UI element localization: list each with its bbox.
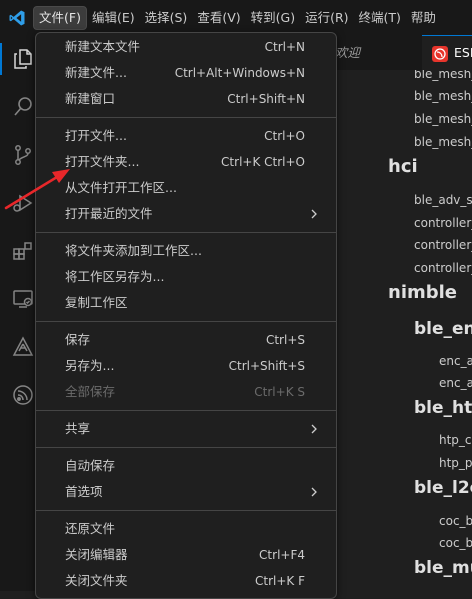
doc-line: controller_ [414,261,472,275]
menu-item-label: 新建文件... [65,65,127,80]
menu-item-label: 从文件打开工作区... [65,180,177,195]
menu-item-open-file[interactable]: 打开文件... Ctrl+O [36,123,336,149]
menu-go[interactable]: 转到(G) [246,6,300,30]
menu-item-label: 关闭文件夹 [65,573,128,588]
doc-line: ble_mesh_ [414,70,472,81]
menu-item-label: 新建窗口 [65,91,116,106]
menu-item-label: 共享 [65,421,91,436]
menu-item-save[interactable]: 保存 Ctrl+S [36,327,336,353]
menu-separator [36,447,336,448]
menu-item-add-folder-to-workspace[interactable]: 将文件夹添加到工作区... [36,238,336,264]
file-menu-dropdown: 新建文本文件 Ctrl+N 新建文件... Ctrl+Alt+Windows+N… [35,32,337,599]
menu-item-shortcut: Ctrl+Shift+N [227,92,305,106]
menu-item-shortcut: Ctrl+K S [254,385,305,399]
tab-esp-label: ESP [454,45,472,60]
doc-line: htp_p [439,456,472,470]
doc-subheading: ble_mu [414,558,472,578]
menu-separator [36,117,336,118]
doc-line: htp_c [439,433,472,447]
doc-subheading: ble_enc [414,319,472,339]
menu-item-open-recent[interactable]: 打开最近的文件 [36,201,336,227]
menu-item-close-editor[interactable]: 关闭编辑器 Ctrl+F4 [36,542,336,568]
menu-item-save-workspace-as[interactable]: 将工作区另存为... [36,264,336,290]
menu-item-shortcut: Ctrl+F4 [259,548,305,562]
menu-item-shortcut: Ctrl+S [265,333,305,347]
menu-item-label: 自动保存 [65,458,116,473]
menu-separator [36,510,336,511]
menu-item-new-text-file[interactable]: 新建文本文件 Ctrl+N [36,34,336,60]
menu-item-close-folder[interactable]: 关闭文件夹 Ctrl+K F [36,568,336,594]
doc-line: ble_mesh_ [414,135,472,149]
doc-heading: hci [388,156,418,177]
menu-separator [36,321,336,322]
menu-item-label: 复制工作区 [65,295,128,310]
menu-run[interactable]: 运行(R) [300,6,353,30]
doc-line: enc_a [439,376,472,390]
menu-item-open-folder[interactable]: 打开文件夹... Ctrl+K Ctrl+O [36,149,336,175]
doc-line: enc_a [439,354,472,368]
doc-subheading: ble_l2c [414,478,472,498]
menu-item-open-workspace-from-file[interactable]: 从文件打开工作区... [36,175,336,201]
doc-line: ble_mesh_ [414,112,472,126]
menu-item-preferences[interactable]: 首选项 [36,479,336,505]
menu-selection[interactable]: 选择(S) [140,6,193,30]
tab-esp[interactable]: ESP [422,35,472,70]
menu-item-shortcut: Ctrl+O [264,129,305,143]
menu-item-label: 打开最近的文件 [65,206,153,221]
menu-item-save-all[interactable]: 全部保存 Ctrl+K S [36,379,336,405]
menu-item-label: 首选项 [65,484,103,499]
menu-separator [36,232,336,233]
menu-item-label: 将文件夹添加到工作区... [65,243,202,258]
menu-file[interactable]: 文件(F) [33,6,87,30]
doc-line: coc_b [439,514,472,528]
menu-item-auto-save[interactable]: 自动保存 [36,453,336,479]
chevron-right-icon [311,424,317,434]
menu-item-shortcut: Ctrl+K Ctrl+O [221,155,305,169]
vscode-logo-icon [9,10,25,26]
doc-subheading: ble_htp [414,398,472,418]
menu-item-share[interactable]: 共享 [36,416,336,442]
menu-help[interactable]: 帮助 [406,6,441,30]
menu-view[interactable]: 查看(V) [192,6,245,30]
menu-item-new-window[interactable]: 新建窗口 Ctrl+Shift+N [36,86,336,112]
menu-item-label: 将工作区另存为... [65,269,165,284]
menu-item-new-file[interactable]: 新建文件... Ctrl+Alt+Windows+N [36,60,336,86]
chevron-right-icon [311,209,317,219]
chevron-right-icon [311,487,317,497]
menu-item-label: 全部保存 [65,384,116,399]
menu-item-label: 另存为... [65,358,115,373]
espressif-tab-icon [432,46,448,62]
menu-item-label: 还原文件 [65,521,116,536]
menu-item-label: 打开文件夹... [65,154,140,169]
doc-line: coc_b [439,536,472,550]
menu-item-label: 新建文本文件 [65,39,141,54]
menu-item-label: 保存 [65,332,91,347]
menu-item-revert-file[interactable]: 还原文件 [36,516,336,542]
menu-item-shortcut: Ctrl+Shift+S [228,359,305,373]
menu-item-label: 关闭编辑器 [65,547,128,562]
menu-terminal[interactable]: 终端(T) [354,6,406,30]
menu-item-shortcut: Ctrl+K F [255,574,305,588]
menu-item-label: 打开文件... [65,128,127,143]
menu-separator [36,410,336,411]
title-bar: 文件(F) 编辑(E) 选择(S) 查看(V) 转到(G) 运行(R) 终端(T… [0,0,472,35]
doc-line: controller_ [414,216,472,230]
menu-item-save-as[interactable]: 另存为... Ctrl+Shift+S [36,353,336,379]
doc-line: controller_ [414,238,472,252]
menu-bar: 文件(F) 编辑(E) 选择(S) 查看(V) 转到(G) 运行(R) 终端(T… [33,6,441,30]
menu-edit[interactable]: 编辑(E) [87,6,140,30]
doc-heading: nimble [388,282,458,303]
menu-item-duplicate-workspace[interactable]: 复制工作区 [36,290,336,316]
doc-line: ble_adv_sc [414,193,472,207]
menu-item-shortcut: Ctrl+N [264,40,305,54]
menu-item-shortcut: Ctrl+Alt+Windows+N [174,66,305,80]
doc-line: ble_mesh_ [414,89,472,103]
